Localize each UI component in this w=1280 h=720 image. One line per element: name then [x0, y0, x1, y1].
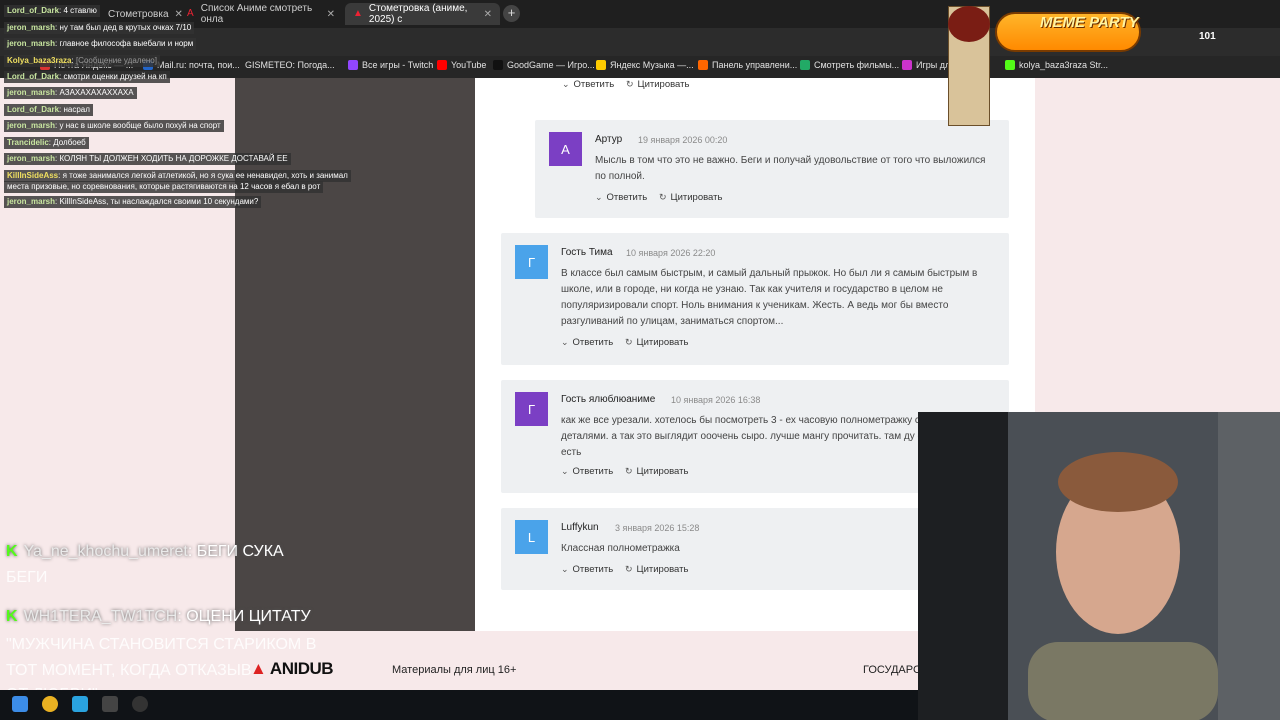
tab-title: Стометровка	[108, 8, 169, 20]
bookmark-item[interactable]: Смотреть фильмы...	[800, 60, 899, 70]
chevron-down-icon: ⌄	[562, 79, 570, 89]
chat-message: jeron_marsh: у нас в школе вообще было п…	[4, 120, 224, 132]
chevron-down-icon: ⌄	[561, 466, 569, 476]
comment-text: Мысль в том что это не важно. Беги и пол…	[595, 155, 986, 182]
app-icon[interactable]	[102, 696, 118, 712]
chat-message: Lord_of_Dark: насрал	[4, 104, 93, 116]
panel-icon	[698, 60, 708, 70]
telegram-icon[interactable]	[72, 696, 88, 712]
bookmark-item[interactable]: GoodGame — Игро...	[493, 60, 595, 70]
new-tab-plus-icon[interactable]: +	[503, 5, 520, 22]
games-icon	[902, 60, 912, 70]
anidub-favicon-icon: ▲	[353, 8, 363, 19]
chat-message: Lord_of_Dark: 4 ставлю	[4, 5, 100, 17]
tab-2[interactable]: A Список Аниме смотреть онла ✕	[178, 3, 343, 25]
chrome-icon[interactable]	[42, 696, 58, 712]
tab-3-active[interactable]: ▲ Стометровка (аниме, 2025) с ✕	[345, 3, 500, 25]
chat-message: jeron_marsh: КОЛЯН ТЫ ДОЛЖЕН ХОДИТЬ НА Д…	[4, 153, 291, 165]
comment-text: Классная полнометражка	[561, 543, 680, 554]
reply-button[interactable]: ⌄ Ответить	[561, 337, 613, 348]
quote-button[interactable]: ↻ Цитировать	[659, 192, 722, 203]
chat-message: jeron_marsh: главное философа выебали и …	[4, 38, 197, 50]
big-chat-message: K WH1TERA_TW1TCH: ОЦЕНИ ЦИТАТУ	[6, 608, 311, 625]
chat-message: Lord_of_Dark: смотри оценки друзей на кп	[4, 71, 170, 83]
quote-icon: ↻	[659, 192, 667, 202]
quote-button[interactable]: ↻ Цитировать	[625, 564, 688, 575]
anime-favicon-icon: A	[187, 8, 194, 19]
g-icon	[493, 60, 503, 70]
reply-button[interactable]: ⌄ Ответить	[595, 192, 647, 203]
big-chat-continuation: ТОТ МОМЕНТ, КОГДА ОТКАЗЫВ	[6, 662, 252, 679]
comment-date: 19 января 2026 00:20	[638, 135, 728, 145]
comment-card: Г Гость Тима 10 января 2026 22:20 В клас…	[501, 233, 1009, 365]
seal-icon	[948, 6, 990, 42]
close-icon[interactable]: ✕	[327, 9, 335, 20]
chat-message: Trancidelic: Долбоеб	[4, 137, 89, 149]
comment-date: 10 января 2026 22:20	[626, 248, 716, 258]
tab-title: Список Аниме смотреть онла	[200, 3, 313, 25]
big-chat-message: K Ya_ne_khochu_umeret: БЕГИ СУКА	[6, 543, 284, 560]
chat-message: места призовые, но соревнования, которые…	[4, 181, 324, 193]
bookmarks-bar: Почта Яндекс — ... Mail.ru: почта, пои..…	[0, 56, 1280, 78]
big-chat-continuation: "МУЖЧИНА СТАНОВИТСЯ СТАРИКОМ В	[6, 636, 317, 653]
comment-card: А Артур 19 января 2026 00:20 Мысль в том…	[535, 120, 1009, 218]
youtube-icon	[437, 60, 447, 70]
reply-button[interactable]: ⌄ Ответить	[561, 466, 613, 477]
streamer-webcam-image	[918, 412, 1280, 720]
music-icon	[596, 60, 606, 70]
quote-icon: ↻	[625, 337, 633, 347]
quote-button[interactable]: ↻ Цитировать	[625, 466, 688, 477]
reply-button[interactable]: ⌄ Ответить	[561, 564, 613, 575]
chevron-down-icon: ⌄	[595, 192, 603, 202]
chat-message: jeron_marsh: ну там был дед в крутых очк…	[4, 22, 195, 34]
obs-icon[interactable]	[132, 696, 148, 712]
avatar: Г	[515, 392, 548, 426]
avatar: Г	[515, 245, 548, 279]
quote-button[interactable]: ↻ Цитировать	[626, 79, 689, 90]
meme-party-label: MEME PARTY	[1040, 14, 1139, 31]
chat-message: Kolya_baza3raza: [Сообщение удалено]	[4, 55, 160, 67]
quote-icon: ↻	[625, 466, 633, 476]
avatar: L	[515, 520, 548, 554]
film-icon	[800, 60, 810, 70]
bookmark-item[interactable]: Яндекс Музыка —...	[596, 60, 694, 70]
comment-text: как же все урезали. хотелось бы посмотре…	[561, 415, 948, 458]
bookmark-item[interactable]: Панель управлени...	[698, 60, 797, 70]
quote-button[interactable]: ↻ Цитировать	[625, 337, 688, 348]
kick-icon: K	[6, 608, 18, 625]
tab-title: Стометровка (аниме, 2025) с	[368, 3, 468, 25]
bookmark-item[interactable]: GISMETEO: Погода...	[245, 60, 335, 70]
reply-button[interactable]: ⌄ Ответить	[562, 79, 614, 90]
bookmark-item[interactable]: YouTube	[437, 60, 486, 70]
webcam-feed	[918, 412, 1280, 720]
twitch-icon	[348, 60, 358, 70]
chevron-down-icon: ⌄	[561, 337, 569, 347]
bookmark-item[interactable]: kolya_baza3raza Str...	[1005, 60, 1108, 70]
footer-link[interactable]: ГОСУДАРС	[863, 664, 921, 676]
kick-icon	[1005, 60, 1015, 70]
anidub-logo[interactable]: ▲ ANIDUB	[250, 659, 334, 679]
comment-author[interactable]: Гость ялюблюаниме	[561, 394, 655, 405]
comment-author[interactable]: Luffykun	[561, 522, 599, 533]
chat-message: jeron_marsh: KillInSideAss, ты наслаждал…	[4, 196, 262, 208]
kick-icon: K	[6, 543, 18, 560]
comment-text: В классе был самым быстрым, и самый даль…	[561, 268, 978, 327]
comment-author[interactable]: Артур	[595, 134, 622, 145]
bookmark-item[interactable]: Все игры - Twitch	[348, 60, 433, 70]
big-chat-continuation: БЕГИ	[6, 569, 48, 586]
chevron-down-icon: ⌄	[561, 564, 569, 574]
chat-message: jeron_marsh: АЗАХАХАХАХХАХА	[4, 87, 137, 99]
avatar: А	[549, 132, 582, 166]
age-rating-text: Материалы для лиц 16+	[392, 664, 517, 676]
comment-author[interactable]: Гость Тима	[561, 247, 613, 258]
viewer-count: 101	[1199, 31, 1216, 42]
comment-date: 3 января 2026 15:28	[615, 523, 700, 533]
quote-icon: ↻	[626, 79, 634, 89]
close-icon[interactable]: ✕	[484, 9, 492, 20]
comment-date: 10 января 2026 16:38	[671, 395, 761, 405]
windows-start-icon[interactable]	[12, 696, 28, 712]
quote-icon: ↻	[625, 564, 633, 574]
